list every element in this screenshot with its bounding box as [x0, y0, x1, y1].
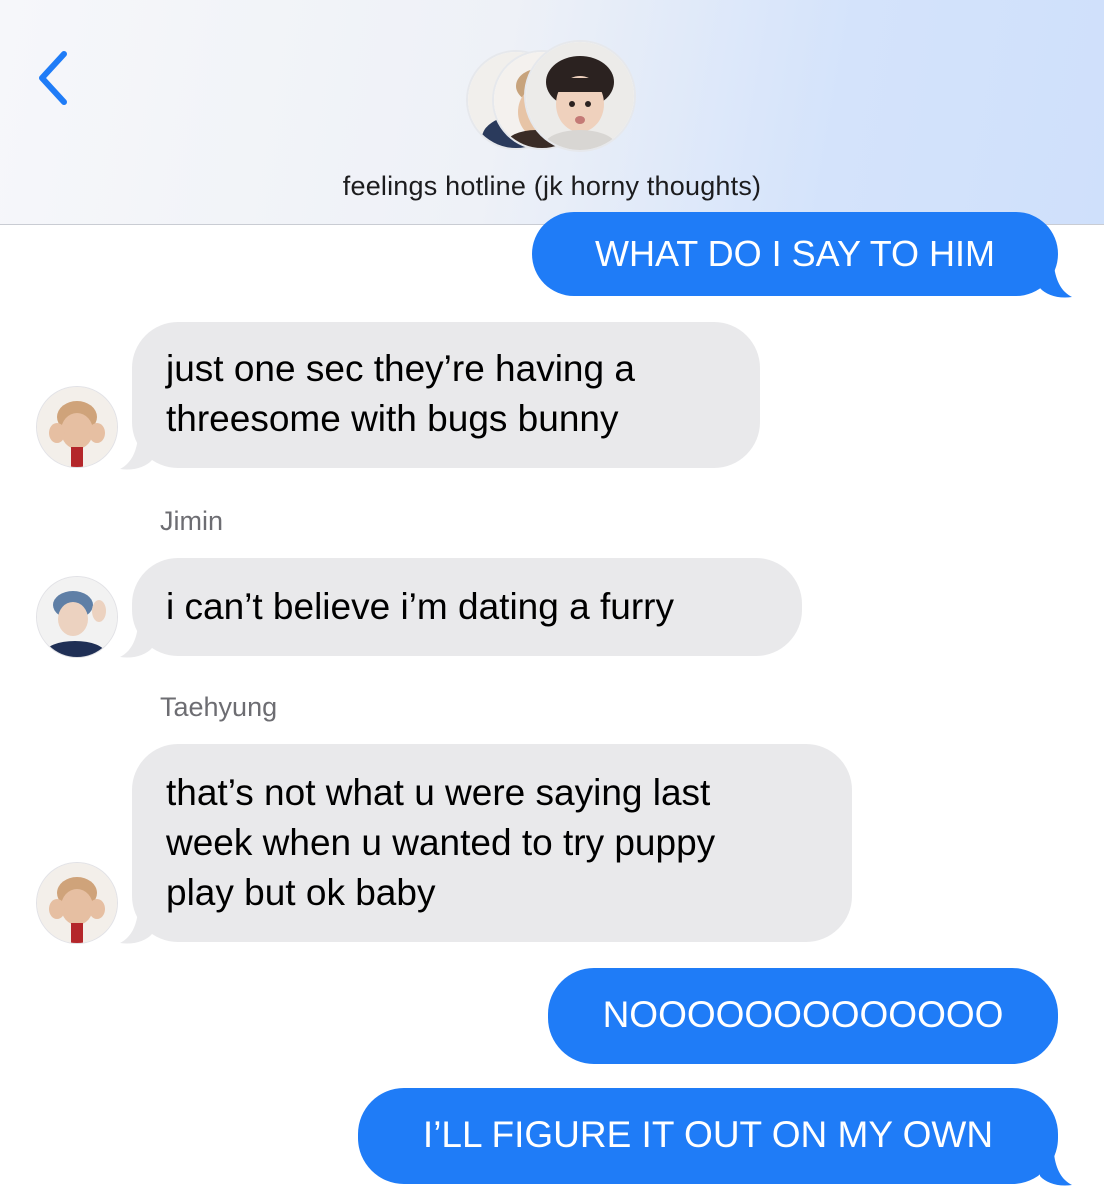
bubble-tail [120, 626, 152, 658]
sender-name: Taehyung [160, 692, 278, 722]
message-line: week when u wanted to try puppy [166, 822, 716, 863]
message-line: threesome with bugs bunny [166, 398, 619, 439]
bubble-tail [120, 912, 152, 944]
bubble-tail [1040, 1154, 1072, 1186]
incoming-message-bubble[interactable]: just one sec they’re having a threesome … [132, 322, 760, 468]
sender-avatar[interactable] [37, 863, 117, 943]
outgoing-message-bubble[interactable]: WHAT DO I SAY TO HIM [532, 212, 1058, 296]
incoming-message-bubble[interactable]: i can’t believe i’m dating a furry [132, 558, 802, 656]
message-text: WHAT DO I SAY TO HIM [594, 233, 996, 274]
message-text: NOOOOOOOOOOOOO [602, 994, 1004, 1035]
sender-avatar[interactable] [37, 387, 117, 467]
outgoing-message-bubble[interactable]: NOOOOOOOOOOOOO [548, 968, 1058, 1064]
sender-name: Jimin [160, 506, 224, 536]
message-line: play but ok baby [166, 872, 436, 913]
bubble-tail [120, 438, 152, 470]
outgoing-message-bubble[interactable]: I’LL FIGURE IT OUT ON MY OWN [358, 1088, 1058, 1184]
sender-avatar[interactable] [37, 577, 117, 657]
message-line: i can’t believe i’m dating a furry [166, 586, 674, 627]
message-line: just one sec they’re having a [166, 348, 635, 389]
group-member-avatar [526, 42, 634, 150]
chevron-left-icon[interactable] [32, 46, 76, 110]
conversation-header: feelings hotline (jk horny thoughts) [0, 0, 1104, 225]
group-title[interactable]: feelings hotline (jk horny thoughts) [0, 171, 1104, 202]
incoming-message-bubble[interactable]: that’s not what u were saying last week … [132, 744, 852, 942]
message-line: that’s not what u were saying last [166, 772, 711, 813]
group-avatar-stack[interactable] [468, 42, 638, 156]
message-text: I’LL FIGURE IT OUT ON MY OWN [422, 1114, 994, 1155]
bubble-tail [1040, 266, 1072, 298]
